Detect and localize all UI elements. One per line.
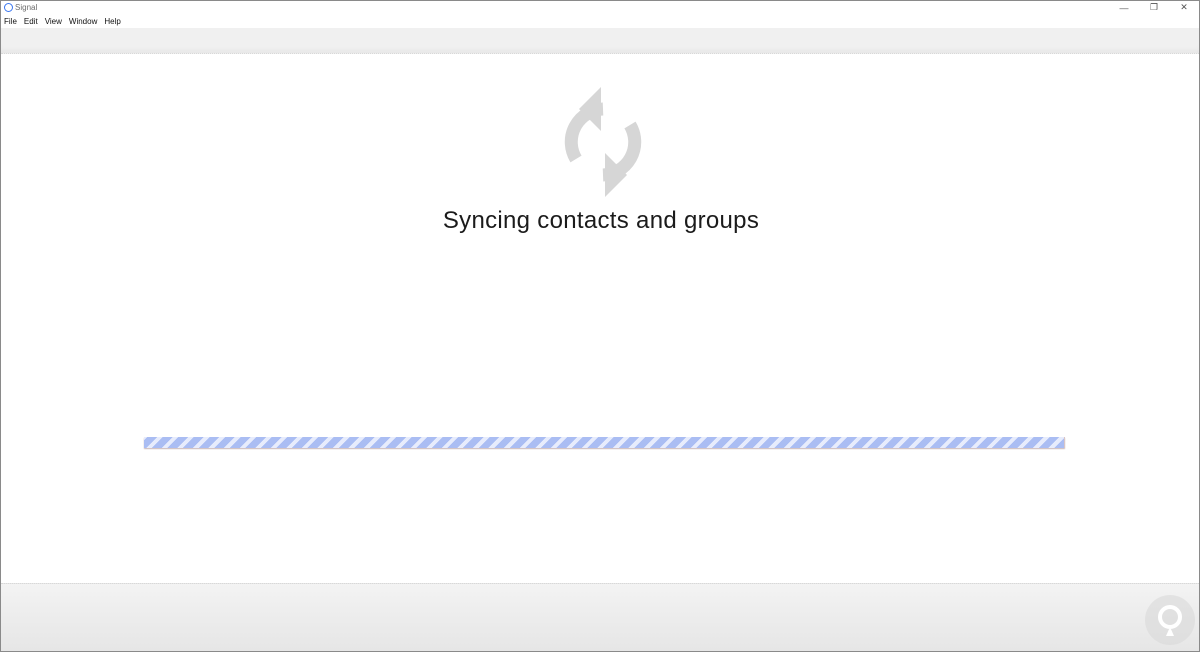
menu-window[interactable]: Window <box>69 16 97 28</box>
close-button[interactable]: ✕ <box>1169 1 1199 14</box>
title-bar[interactable]: Signal — ❐ ✕ <box>1 1 1199 14</box>
menu-bar: File Edit View Window Help <box>1 15 128 28</box>
window-title: Signal <box>15 3 38 12</box>
watermark-logo <box>1145 595 1195 645</box>
menu-help[interactable]: Help <box>104 16 120 28</box>
app-window: Signal — ❐ ✕ File Edit View Window Help … <box>0 0 1200 652</box>
progress-bar <box>144 437 1065 448</box>
signal-logo-icon <box>4 3 13 12</box>
sync-message: Syncing contacts and groups <box>442 207 760 234</box>
sync-icon <box>564 87 642 197</box>
menu-file[interactable]: File <box>4 16 17 28</box>
restore-button[interactable]: ❐ <box>1139 1 1169 14</box>
menu-view[interactable]: View <box>45 16 62 28</box>
top-banner <box>1 28 1199 54</box>
sync-screen: Syncing contacts and groups <box>1 54 1199 584</box>
bottom-banner <box>1 583 1199 651</box>
watermark-icon <box>1158 605 1182 636</box>
window-controls: — ❐ ✕ <box>1109 1 1199 14</box>
minimize-button[interactable]: — <box>1109 1 1139 14</box>
menu-edit[interactable]: Edit <box>24 16 38 28</box>
